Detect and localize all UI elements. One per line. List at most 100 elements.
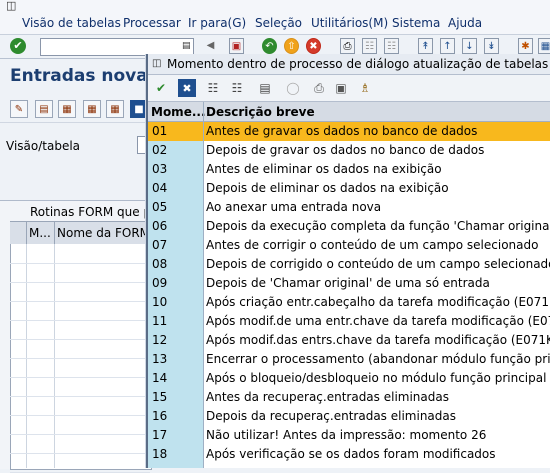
visao-tabela-label: Visão/tabela — [6, 139, 81, 153]
list-item[interactable]: 10 Após criação entr.cabeçalho da tarefa … — [148, 293, 550, 312]
moment-code: 18 — [152, 447, 168, 461]
list-item[interactable]: 02 Depois de gravar os dados no banco de … — [148, 141, 550, 160]
select-all-rows-button[interactable] — [10, 222, 26, 244]
column-header-moment[interactable]: M... — [26, 222, 54, 244]
list-item[interactable]: 07 Antes de corrigir o conteúdo de um cam… — [148, 236, 550, 255]
moment-description: Após o bloqueio/desbloqueio no módulo fu… — [206, 371, 547, 385]
table-row[interactable] — [10, 320, 150, 340]
dialog-menu-icon[interactable]: ◫ — [152, 58, 163, 69]
list-item[interactable]: 04 Depois de eliminar os dados na exibiçã… — [148, 179, 550, 198]
table-row[interactable] — [10, 301, 150, 321]
page-title: Entradas novas — [10, 66, 158, 86]
find-next-icon[interactable]: ☷ — [384, 38, 399, 54]
back-icon[interactable]: ↶ — [262, 38, 277, 54]
list-item[interactable]: 17 Não utilizar! Antes da impressão: mome… — [148, 426, 550, 445]
table-row[interactable] — [10, 263, 150, 283]
print-icon[interactable]: ⎙ — [310, 79, 328, 97]
form-routines-label: Rotinas FORM que p — [30, 205, 152, 219]
list-item[interactable]: 16 Depois da recuperaç.entradas eliminada… — [148, 407, 550, 426]
menu-sistema[interactable]: Sistema — [392, 16, 440, 30]
table-row[interactable] — [10, 396, 150, 416]
dialog-title: Momento dentro de processo de diálogo at… — [167, 57, 550, 71]
list-item[interactable]: 06 Depois da execução completa da função … — [148, 217, 550, 236]
menu-visao-tabelas[interactable]: Visão de tabelas — [22, 16, 121, 30]
moment-description: Após modif.de uma entr.chave da tarefa m… — [206, 314, 550, 328]
moment-description: Não utilizar! Antes da impressão: moment… — [206, 428, 487, 442]
personal-value-list-icon[interactable]: ♗ — [356, 79, 374, 97]
moment-code: 15 — [152, 390, 168, 404]
menu-selecao[interactable]: Seleção — [255, 16, 302, 30]
export-icon[interactable]: ▣ — [332, 79, 350, 97]
list-item[interactable]: 15 Antes da recuperaç.entradas eliminadas — [148, 388, 550, 407]
menu-ir-para[interactable]: Ir para(G) — [188, 16, 246, 30]
table-row[interactable] — [10, 358, 150, 378]
list-item[interactable]: 14 Após o bloqueio/desbloqueio no módulo … — [148, 369, 550, 388]
list-item[interactable]: 13 Encerrar o processamento (abandonar mó… — [148, 350, 550, 369]
moment-description: Antes de eliminar os dados na exibição — [206, 162, 442, 176]
moment-description: Antes de gravar os dados no banco de dad… — [206, 124, 478, 138]
cancel-icon[interactable]: ✖ — [306, 38, 321, 54]
back-arrow-icon[interactable]: ◀ — [203, 38, 218, 54]
moment-code: 08 — [152, 257, 168, 271]
moment-code: 09 — [152, 276, 168, 290]
moment-description: Depois da recuperaç.entradas eliminadas — [206, 409, 456, 423]
copy-icon[interactable]: ▦ — [58, 100, 76, 118]
column-header-moment[interactable]: Mome... — [151, 105, 206, 119]
menu-processar[interactable]: Processar — [123, 16, 181, 30]
list-item[interactable]: 03 Antes de eliminar os dados na exibição — [148, 160, 550, 179]
list-item[interactable]: 08 Depois de corrigido o conteúdo de um c… — [148, 255, 550, 274]
moment-description: Depois de corrigido o conteúdo de um cam… — [206, 257, 550, 271]
first-page-icon[interactable]: ↟ — [418, 38, 433, 54]
window-titlebar — [0, 0, 550, 12]
display-change-icon[interactable]: ✎ — [10, 100, 28, 118]
next-page-icon[interactable]: ↓ — [462, 38, 477, 54]
print-icon[interactable]: ⎙ — [340, 38, 355, 54]
list-item[interactable]: 12 Após modif.das entrs.chave da tarefa m… — [148, 331, 550, 350]
moment-code: 07 — [152, 238, 168, 252]
list-item[interactable]: 18 Após verificação se os dados foram mod… — [148, 445, 550, 464]
exit-icon[interactable]: ⇧ — [284, 38, 299, 54]
delete-icon[interactable]: ▦ — [83, 100, 101, 118]
cancel-x-icon[interactable]: ✖ — [178, 79, 196, 97]
menu-ajuda[interactable]: Ajuda — [448, 16, 482, 30]
shortcut-icon[interactable]: ▦ — [538, 38, 550, 54]
moment-description: Antes de corrigir o conteúdo de um campo… — [206, 238, 539, 252]
command-history-icon[interactable]: ▤ — [182, 40, 191, 52]
menu-utilitarios[interactable]: Utilitários(M) — [311, 16, 388, 30]
table-row[interactable] — [10, 377, 150, 397]
list-item[interactable]: 09 Depois de 'Chamar original' de uma só … — [148, 274, 550, 293]
column-header-description[interactable]: Descrição breve — [206, 105, 315, 119]
moment-code: 06 — [152, 219, 168, 233]
previous-page-icon[interactable]: ↑ — [440, 38, 455, 54]
moment-code: 03 — [152, 162, 168, 176]
filter-icon[interactable]: ◯ — [284, 79, 302, 97]
table-row[interactable] — [10, 244, 150, 264]
find-next-icon[interactable]: ☷ — [228, 79, 246, 97]
table-row[interactable] — [10, 434, 150, 454]
moment-description: Depois de gravar os dados no banco de da… — [206, 143, 485, 157]
moment-description: Encerrar o processamento (abandonar módu… — [206, 352, 550, 366]
save-icon[interactable]: ▣ — [229, 38, 244, 54]
create-session-icon[interactable]: ✱ — [518, 38, 533, 54]
sort-icon[interactable]: ▤ — [256, 79, 274, 97]
find-icon[interactable]: ☷ — [204, 79, 222, 97]
value-help-dialog: ◫ Momento dentro de processo de diálogo … — [146, 54, 550, 468]
table-row[interactable] — [10, 453, 150, 473]
table-row[interactable] — [10, 282, 150, 302]
new-entries-icon[interactable]: ▤ — [35, 100, 53, 118]
undo-icon[interactable]: ▦ — [106, 100, 124, 118]
table-row[interactable] — [10, 415, 150, 435]
list-item[interactable]: 11 Após modif.de uma entr.chave da tarefa… — [148, 312, 550, 331]
table-row[interactable] — [10, 339, 150, 359]
column-header-form-name[interactable]: Nome da FORM — [54, 222, 150, 244]
confirm-check-icon[interactable]: ✔ — [152, 79, 170, 97]
moment-description: Depois de 'Chamar original' de uma só en… — [206, 276, 490, 290]
moment-code: 17 — [152, 428, 168, 442]
app-icon[interactable]: ◫ — [6, 0, 20, 11]
list-item[interactable]: 01 Antes de gravar os dados no banco de d… — [148, 122, 550, 141]
list-item[interactable]: 05 Ao anexar uma entrada nova — [148, 198, 550, 217]
enter-check-icon[interactable]: ✔ — [10, 38, 26, 54]
column-divider — [203, 102, 204, 468]
find-icon[interactable]: ☷ — [362, 38, 377, 54]
last-page-icon[interactable]: ↡ — [484, 38, 499, 54]
